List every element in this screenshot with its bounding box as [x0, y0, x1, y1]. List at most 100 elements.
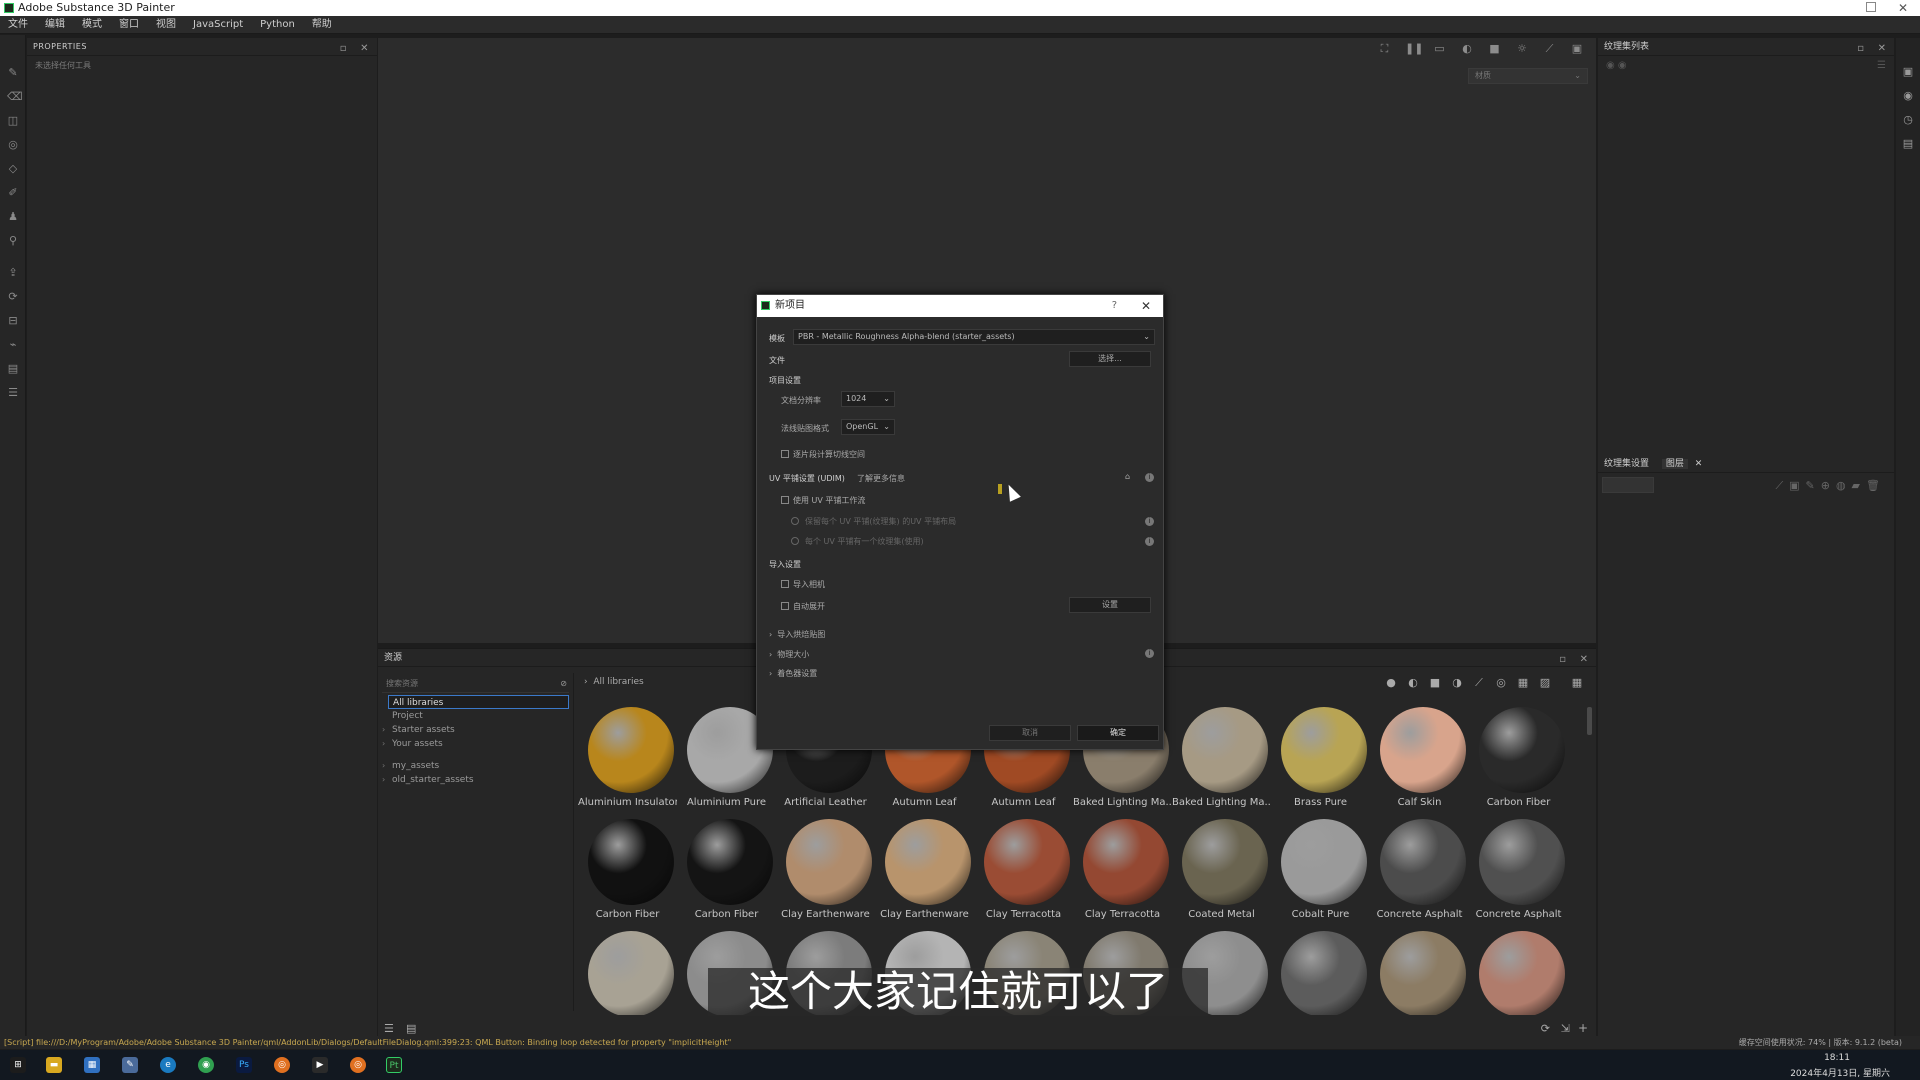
eraser-icon[interactable]: ⌫ [7, 91, 23, 103]
notes-icon[interactable]: ✎ [122, 1057, 138, 1073]
material-tile[interactable] [578, 929, 677, 1015]
masks-filter-icon[interactable]: ◑ [1450, 676, 1464, 689]
info-icon[interactable]: i [1145, 517, 1154, 526]
display-icon[interactable]: ▣ [1570, 42, 1584, 55]
menu-help[interactable]: 帮助 [304, 16, 341, 34]
import-icon[interactable]: ⇲ [1561, 1022, 1570, 1035]
menu-javascript[interactable]: JavaScript [185, 16, 252, 34]
add-icon[interactable]: + [1578, 1021, 1588, 1035]
visibility-icons[interactable]: ◉ ◉ [1606, 60, 1627, 71]
material-tile[interactable] [1271, 929, 1370, 1015]
details-view-icon[interactable]: ▤ [406, 1022, 416, 1035]
photoshop-icon[interactable]: Ps [236, 1057, 252, 1073]
material-tile[interactable]: Concrete Asphalt [1370, 817, 1469, 929]
info-icon[interactable]: i [1145, 649, 1154, 658]
asset-grid-scrollbar[interactable] [1587, 707, 1592, 735]
close-panel-icon[interactable]: ✕ [1580, 651, 1588, 669]
float-panel-icon[interactable]: ▫ [340, 40, 347, 58]
cancel-button[interactable]: 取消 [989, 725, 1071, 741]
textures-filter-icon[interactable]: ■ [1428, 676, 1442, 689]
close-panel-icon[interactable]: ✕ [1878, 40, 1886, 58]
tree-item-all-libraries[interactable]: All libraries [388, 695, 569, 709]
history-icon[interactable]: ◷ [1902, 114, 1914, 126]
procedurals-filter-icon[interactable]: ▦ [1516, 676, 1530, 689]
tangent-checkbox[interactable] [781, 450, 789, 458]
geometry-mask-icon[interactable]: ◎ [7, 139, 19, 151]
material-tile[interactable]: Carbon Fiber [677, 817, 776, 929]
export-icon[interactable]: ▤ [7, 363, 19, 375]
calculator-icon[interactable]: ▦ [84, 1057, 100, 1073]
material-tile[interactable]: Clay Terracotta [974, 817, 1073, 929]
doc-resolution-select[interactable]: 1024 ⌄ [841, 391, 895, 407]
alphas-filter-icon[interactable]: ◎ [1494, 676, 1508, 689]
channel-select[interactable] [1602, 477, 1654, 493]
menu-edit[interactable]: 编辑 [37, 16, 74, 34]
tree-item-project[interactable]: Project [378, 709, 573, 723]
select-file-button[interactable]: 选择... [1069, 351, 1151, 367]
tree-item-old-starter-assets[interactable]: › old_starter_assets [378, 773, 573, 787]
viewport-material-select[interactable]: 材质 ⌄ [1468, 68, 1588, 84]
material-tile[interactable]: Baked Lighting Ma... [1172, 705, 1271, 817]
shader-settings-expander[interactable]: › 着色器设置 [769, 668, 817, 679]
display-settings-icon[interactable]: ◉ [1902, 90, 1914, 102]
bake-icon[interactable]: ⇪ [7, 267, 19, 279]
material-tile[interactable]: Clay Earthenware [776, 817, 875, 929]
info-icon[interactable]: i [1145, 473, 1154, 482]
lighting-icon[interactable]: ☼ [1515, 42, 1529, 55]
edge-icon[interactable]: e [160, 1057, 176, 1073]
measure-icon[interactable]: ⊟ [7, 315, 19, 327]
physical-size-expander[interactable]: › 物理大小 [769, 649, 809, 660]
video-icon[interactable]: ▶ [312, 1057, 328, 1073]
uv-option1-radio[interactable] [791, 517, 799, 525]
texture-set-icon[interactable]: ▣ [1902, 66, 1914, 78]
asset-search-input[interactable]: 搜索资源 ⊘ [382, 675, 569, 693]
clone-icon[interactable]: ♟ [7, 211, 19, 223]
refresh-icon[interactable]: ⟳ [1541, 1022, 1550, 1035]
chrome-icon[interactable]: ◉ [198, 1057, 214, 1073]
substance-painter-icon[interactable]: Pt [386, 1057, 402, 1073]
breadcrumb[interactable]: › All libraries [584, 677, 644, 687]
menu-view[interactable]: 视图 [148, 16, 185, 34]
help-button[interactable]: ? [1112, 295, 1117, 317]
template-select[interactable]: PBR - Metallic Roughness Alpha-blend (st… [793, 329, 1155, 345]
import-cameras-checkbox[interactable] [781, 580, 789, 588]
import-baked-expander[interactable]: › 导入烘焙贴图 [769, 629, 825, 640]
color-picker-icon[interactable]: ⚲ [7, 235, 19, 247]
frame-icon[interactable]: ⛶ [1378, 42, 1392, 56]
graduation-cap-icon[interactable]: ⌂ [1125, 472, 1130, 481]
float-panel-icon[interactable]: ▫ [1559, 651, 1566, 669]
polygon-fill-icon[interactable]: ◇ [7, 163, 19, 175]
anchor-icon[interactable]: ⌁ [7, 339, 19, 351]
material-tile[interactable]: Clay Terracotta [1073, 817, 1172, 929]
material-tile[interactable] [1370, 929, 1469, 1015]
uv-workflow-checkbox[interactable] [781, 496, 789, 504]
brushes-filter-icon[interactable]: ⟋ [1472, 676, 1486, 690]
float-panel-icon[interactable]: ▫ [1857, 40, 1864, 58]
menu-mode[interactable]: 模式 [74, 16, 111, 34]
environment-icon[interactable]: ◐ [1460, 42, 1474, 55]
paint-brush-icon[interactable]: ✎ [7, 67, 19, 79]
blender-icon[interactable]: ◎ [350, 1057, 366, 1073]
pause-icon[interactable]: ❚❚ [1405, 42, 1423, 55]
filter-off-icon[interactable]: ⊘ [560, 675, 567, 693]
material-tile[interactable]: Aluminium Insulator [578, 705, 677, 817]
grid-view-icon[interactable]: ▦ [1570, 676, 1584, 689]
log-icon[interactable]: ▤ [1902, 138, 1914, 150]
ok-button[interactable]: 确定 [1077, 725, 1159, 741]
file-explorer-icon[interactable]: ▬ [46, 1057, 62, 1073]
close-dialog-button[interactable]: ✕ [1141, 295, 1151, 317]
tree-item-starter-assets[interactable]: › Starter assets [378, 723, 573, 737]
camera-icon[interactable]: ■ [1488, 42, 1502, 55]
close-panel-icon[interactable]: ✕ [360, 40, 369, 58]
path-icon[interactable]: ⟳ [7, 291, 19, 303]
unwrap-settings-button[interactable]: 设置 [1069, 597, 1151, 613]
projection-icon[interactable]: ◫ [7, 115, 19, 127]
windows-start-icon[interactable]: ⊞ [10, 1057, 26, 1073]
learn-more-link[interactable]: 了解更多信息 [857, 473, 905, 484]
material-tile[interactable]: Cobalt Pure [1271, 817, 1370, 929]
material-tile[interactable] [1469, 929, 1568, 1015]
tab-layers[interactable]: 图层 [1661, 459, 1688, 469]
restore-window-button[interactable] [1866, 2, 1876, 12]
menu-window[interactable]: 窗口 [111, 16, 148, 34]
environments-filter-icon[interactable]: ▨ [1538, 676, 1552, 689]
